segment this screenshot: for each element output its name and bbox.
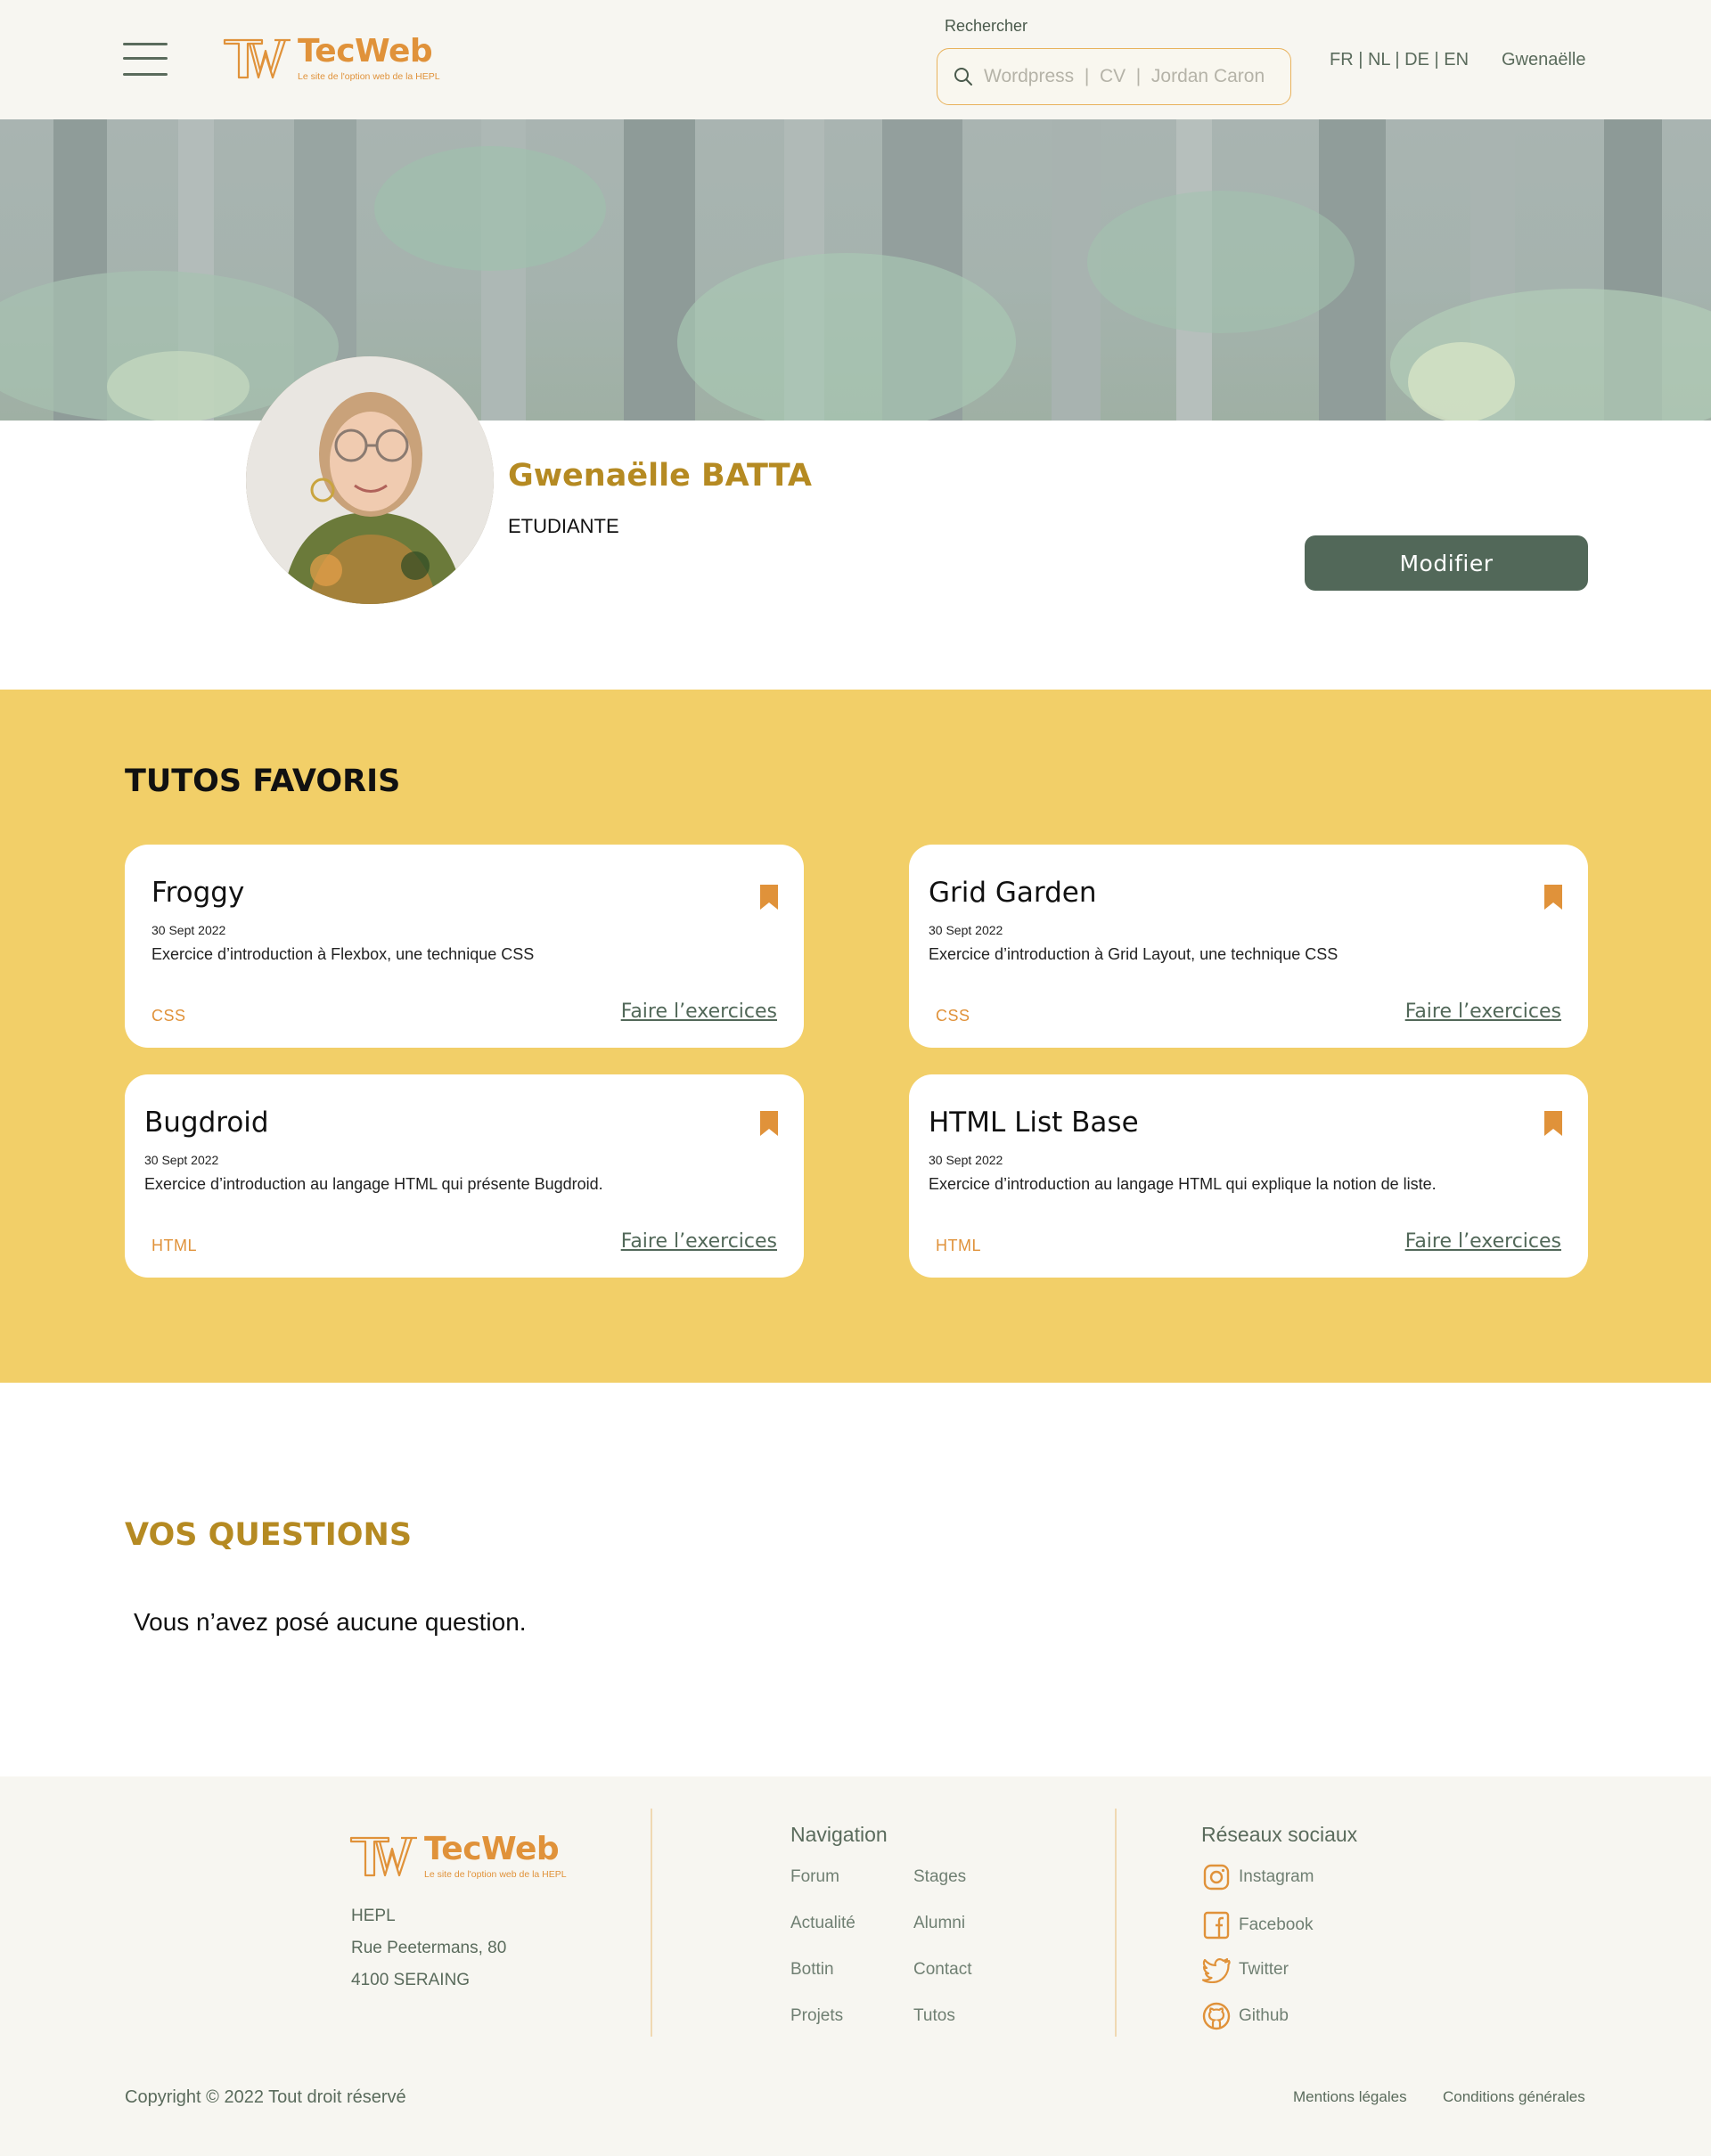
search-label: Rechercher [945,17,1028,35]
card-description: Exercice d’introduction à Grid Layout, u… [929,945,1339,963]
header-logo[interactable]: TecWeb Le site de l'option web de la HEP… [223,36,440,82]
card-title: Froggy [151,877,245,909]
card-description: Exercice d’introduction à Flexbox, une t… [151,945,535,963]
address-line: HEPL [351,1907,396,1925]
card-description: Exercice d’introduction au langage HTML … [144,1175,603,1193]
card-tag: HTML [151,1237,197,1254]
modify-profile-button[interactable]: Modifier [1305,535,1588,591]
logo-tagline: Le site de l'option web de la HEPL [298,71,440,82]
logo-name: TecWeb [424,1831,560,1867]
footer-nav-projets[interactable]: Projets [790,2006,843,2026]
footer-nav-alumni[interactable]: Alumni [913,1914,965,1933]
bookmark-icon[interactable] [759,1110,779,1137]
footer-logo[interactable]: TecWeb Le site de l'option web de la HEP… [349,1833,567,1880]
facebook-icon [1201,1910,1232,1940]
social-label: Twitter [1239,1960,1289,1979]
profile-role: ETUDIANTE [508,515,619,537]
favorites-title: TUTOS FAVORIS [125,764,401,799]
language-switcher: FR | NL | DE | EN [1330,50,1469,69]
card-tag: CSS [936,1007,970,1025]
lang-en[interactable]: EN [1444,50,1469,69]
footer-nav-tutos[interactable]: Tutos [913,2006,955,2026]
card-date: 30 Sept 2022 [151,923,226,937]
social-link-instagram[interactable]: Instagram [1201,1862,1314,1892]
address-line: 4100 SERAING [351,1971,471,1989]
footer-nav-contact[interactable]: Contact [913,1960,971,1980]
github-icon [1201,2001,1232,2031]
card-date: 30 Sept 2022 [929,923,1003,937]
social-link-twitter[interactable]: Twitter [1201,1955,1289,1985]
card-exercise-link[interactable]: Faire l’exercices [621,1230,777,1253]
tecweb-logo-icon [349,1836,417,1877]
lang-nl[interactable]: NL [1368,50,1390,69]
user-menu[interactable]: Gwenaëlle [1502,50,1586,70]
tutorial-card: Grid Garden 30 Sept 2022 Exercice d’intr… [909,845,1588,1048]
hamburger-menu-icon[interactable] [123,39,169,78]
bookmark-icon[interactable] [1543,884,1563,911]
social-label: Github [1239,2006,1289,2025]
footer-divider [1115,1809,1117,2037]
questions-title: VOS QUESTIONS [125,1517,413,1553]
questions-section [0,1383,1711,1776]
copyright: Copyright © 2022 Tout droit réservé [125,2087,406,2107]
card-title: HTML List Base [929,1107,1139,1139]
twitter-icon [1201,1955,1232,1985]
logo-tagline: Le site de l'option web de la HEPL [424,1869,567,1880]
tutorial-card: Froggy 30 Sept 2022 Exercice d’introduct… [125,845,804,1048]
questions-empty-message: Vous n’avez posé aucune question. [134,1608,527,1636]
bookmark-icon[interactable] [759,884,779,911]
card-title: Grid Garden [929,877,1097,909]
card-description: Exercice d’introduction au langage HTML … [929,1175,1437,1193]
card-date: 30 Sept 2022 [144,1153,219,1167]
legal-mentions-link[interactable]: Mentions légales [1293,2088,1407,2106]
tutorial-card: HTML List Base 30 Sept 2022 Exercice d’i… [909,1074,1588,1278]
lang-de[interactable]: DE [1404,50,1429,69]
footer-nav-actualite[interactable]: Actualité [790,1914,856,1933]
footer-social-title: Réseaux sociaux [1201,1823,1358,1846]
footer-nav-stages[interactable]: Stages [913,1867,966,1887]
profile-avatar [246,356,494,604]
search-icon [954,68,972,86]
social-link-github[interactable]: Github [1201,2001,1289,2031]
card-title: Bugdroid [144,1107,269,1139]
card-date: 30 Sept 2022 [929,1153,1003,1167]
profile-name: Gwenaëlle BATTA [508,458,812,494]
search-input[interactable] [984,66,1278,87]
card-exercise-link[interactable]: Faire l’exercices [621,1000,777,1023]
footer-divider [651,1809,652,2037]
footer-nav-title: Navigation [790,1823,888,1846]
search-box[interactable] [937,48,1291,105]
instagram-icon [1201,1862,1232,1892]
card-tag: HTML [936,1237,981,1254]
card-exercise-link[interactable]: Faire l’exercices [1405,1230,1561,1253]
card-tag: CSS [151,1007,186,1025]
terms-conditions-link[interactable]: Conditions générales [1443,2088,1585,2106]
profile-banner-image [0,119,1711,421]
tutorial-card: Bugdroid 30 Sept 2022 Exercice d’introdu… [125,1074,804,1278]
tecweb-logo-icon [223,38,291,79]
footer-nav-bottin[interactable]: Bottin [790,1960,834,1980]
social-label: Facebook [1239,1915,1314,1934]
social-label: Instagram [1239,1867,1314,1886]
site-header: TecWeb Le site de l'option web de la HEP… [0,0,1711,119]
address-line: Rue Peetermans, 80 [351,1939,507,1957]
logo-name: TecWeb [298,33,433,69]
card-exercise-link[interactable]: Faire l’exercices [1405,1000,1561,1023]
social-link-facebook[interactable]: Facebook [1201,1910,1313,1940]
lang-fr[interactable]: FR [1330,50,1354,69]
bookmark-icon[interactable] [1543,1110,1563,1137]
footer-nav-forum[interactable]: Forum [790,1867,839,1887]
